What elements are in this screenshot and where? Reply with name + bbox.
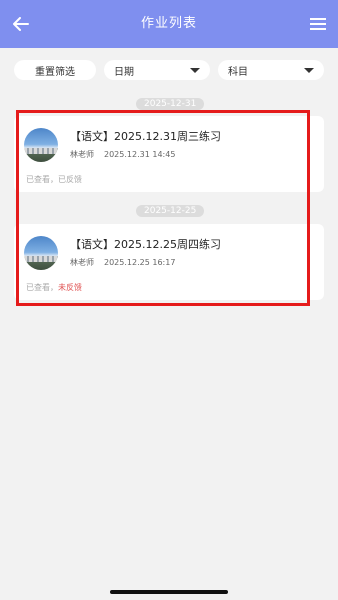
assignment-title: 【语文】2025.12.25周四练习 (70, 238, 221, 251)
chevron-down-icon (190, 68, 200, 73)
teacher-name: 林老师 (70, 258, 94, 267)
chevron-down-icon (304, 68, 314, 73)
page-title: 作业列表 (140, 16, 197, 31)
assignment-time: 2025.12.31 14:45 (104, 150, 176, 159)
date-filter-label: 日期 (114, 66, 134, 78)
hamburger-menu-icon (310, 18, 326, 30)
teacher-name: 林老师 (70, 150, 94, 159)
assignment-time: 2025.12.25 16:17 (104, 258, 176, 267)
date-separator: 2025-12-31 (136, 98, 205, 110)
app-header: 作业列表 (0, 0, 338, 48)
reset-filter-button[interactable]: 重置筛选 (14, 60, 96, 80)
avatar (24, 128, 58, 162)
menu-button[interactable] (308, 15, 328, 33)
viewed-status: 已查看， (26, 175, 58, 184)
assignment-status: 已查看，已反馈 (26, 174, 82, 185)
date-filter-dropdown[interactable]: 日期 (104, 60, 210, 80)
assignment-meta: 林老师 2025.12.31 14:45 (70, 149, 175, 160)
reset-filter-label: 重置筛选 (35, 66, 75, 78)
assignment-meta: 林老师 2025.12.25 16:17 (70, 257, 175, 268)
feedback-status: 未反馈 (58, 283, 82, 292)
viewed-status: 已查看， (26, 283, 58, 292)
subject-filter-label: 科目 (228, 66, 248, 78)
avatar (24, 236, 58, 270)
assignment-card[interactable]: 【语文】2025.12.25周四练习 林老师 2025.12.25 16:17 已… (14, 224, 324, 300)
feedback-status: 已反馈 (58, 175, 82, 184)
assignment-status: 已查看，未反馈 (26, 282, 82, 293)
assignment-title: 【语文】2025.12.31周三练习 (70, 130, 221, 143)
date-separator: 2025-12-25 (136, 205, 205, 217)
subject-filter-dropdown[interactable]: 科目 (218, 60, 324, 80)
assignment-card[interactable]: 【语文】2025.12.31周三练习 林老师 2025.12.31 14:45 已… (14, 116, 324, 192)
home-indicator (110, 590, 228, 594)
filter-bar: 重置筛选 日期 科目 (0, 48, 338, 92)
